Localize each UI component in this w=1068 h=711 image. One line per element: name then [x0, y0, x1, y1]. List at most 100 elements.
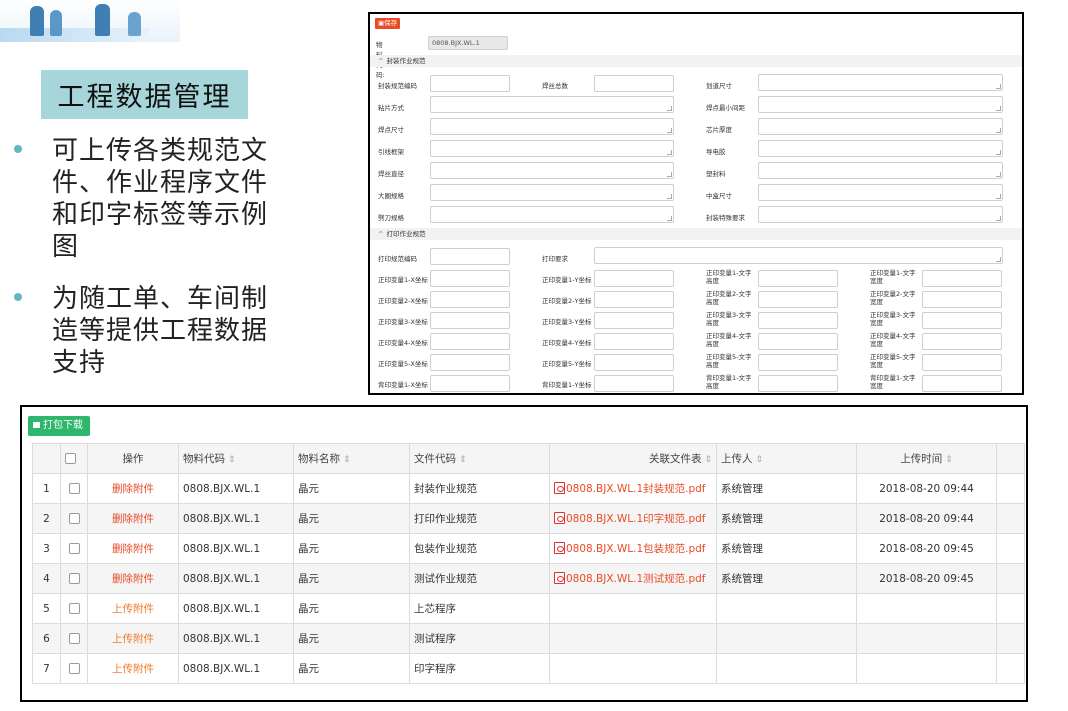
field-input[interactable] — [758, 354, 838, 371]
header-select-all[interactable] — [60, 443, 88, 474]
sort-icon[interactable]: ⇕ — [945, 455, 953, 465]
row-related-file[interactable]: 0808.BJX.WL.1测试规范.pdf — [549, 563, 717, 594]
field-textarea[interactable] — [758, 118, 1003, 135]
field-input[interactable] — [430, 270, 510, 287]
field-input[interactable] — [430, 333, 510, 350]
sort-icon[interactable]: ⇕ — [756, 455, 764, 465]
field-input[interactable] — [922, 333, 1002, 350]
field-input[interactable] — [594, 312, 674, 329]
row-action[interactable]: 上传附件 — [87, 653, 179, 684]
field-input[interactable] — [922, 375, 1002, 392]
field-textarea[interactable] — [758, 74, 1003, 91]
related-file-link[interactable]: 0808.BJX.WL.1封装规范.pdf — [566, 483, 706, 495]
delete-attachment-link[interactable]: 删除附件 — [112, 513, 154, 525]
checkbox[interactable] — [68, 663, 80, 674]
checkbox[interactable] — [68, 603, 80, 614]
field-input[interactable] — [922, 270, 1002, 287]
field-input[interactable] — [594, 333, 674, 350]
header-related-file[interactable]: 关联文件表 ⇕ — [549, 443, 717, 474]
field-textarea[interactable] — [430, 96, 674, 113]
row-related-file[interactable] — [549, 623, 717, 654]
row-related-file[interactable]: 0808.BJX.WL.1印字规范.pdf — [549, 503, 717, 534]
row-action[interactable]: 上传附件 — [87, 623, 179, 654]
row-checkbox-cell[interactable] — [60, 623, 88, 654]
delete-attachment-link[interactable]: 删除附件 — [112, 483, 154, 495]
field-input[interactable] — [758, 312, 838, 329]
row-checkbox-cell[interactable] — [60, 503, 88, 534]
sort-icon[interactable]: ⇕ — [704, 455, 712, 465]
field-input[interactable] — [430, 354, 510, 371]
field-textarea[interactable] — [430, 140, 674, 157]
checkbox[interactable] — [68, 513, 80, 524]
checkbox[interactable] — [65, 453, 76, 464]
header-file-code[interactable]: 文件代码 ⇕ — [409, 443, 550, 474]
field-input[interactable] — [922, 291, 1002, 308]
checkbox[interactable] — [68, 483, 80, 494]
header-uploader[interactable]: 上传人 ⇕ — [716, 443, 857, 474]
row-action[interactable]: 删除附件 — [87, 533, 179, 564]
field-input[interactable] — [594, 75, 674, 92]
field-input[interactable] — [430, 291, 510, 308]
section-header-packaging[interactable]: ^ 封装作业规范 — [370, 55, 1022, 67]
row-checkbox-cell[interactable] — [60, 593, 88, 624]
header-material-code[interactable]: 物料代码 ⇕ — [178, 443, 294, 474]
delete-attachment-link[interactable]: 删除附件 — [112, 573, 154, 585]
field-textarea[interactable] — [430, 206, 674, 223]
upload-attachment-link[interactable]: 上传附件 — [112, 603, 154, 615]
row-related-file[interactable] — [549, 653, 717, 684]
field-input[interactable] — [758, 291, 838, 308]
row-checkbox-cell[interactable] — [60, 473, 88, 504]
field-input[interactable] — [594, 375, 674, 392]
sort-icon[interactable]: ⇕ — [343, 455, 351, 465]
field-input[interactable] — [758, 270, 838, 287]
field-input[interactable] — [758, 333, 838, 350]
field-textarea[interactable] — [430, 118, 674, 135]
field-textarea[interactable] — [758, 206, 1003, 223]
row-related-file[interactable]: 0808.BJX.WL.1包装规范.pdf — [549, 533, 717, 564]
field-textarea[interactable] — [758, 184, 1003, 201]
field-input[interactable] — [758, 375, 838, 392]
field-textarea[interactable] — [594, 247, 1003, 264]
row-checkbox-cell[interactable] — [60, 533, 88, 564]
field-input[interactable] — [430, 248, 510, 265]
save-button[interactable]: ▣保存 — [375, 18, 401, 29]
field-input[interactable] — [594, 354, 674, 371]
sort-icon[interactable]: ⇕ — [459, 455, 467, 465]
upload-attachment-link[interactable]: 上传附件 — [112, 663, 154, 675]
related-file-link[interactable]: 0808.BJX.WL.1包装规范.pdf — [566, 543, 706, 555]
checkbox[interactable] — [68, 633, 80, 644]
row-action[interactable]: 删除附件 — [87, 503, 179, 534]
row-related-file[interactable] — [549, 593, 717, 624]
sort-icon[interactable]: ⇕ — [228, 455, 236, 465]
related-file-link[interactable]: 0808.BJX.WL.1测试规范.pdf — [566, 573, 706, 585]
field-input[interactable] — [594, 291, 674, 308]
related-file-link[interactable]: 0808.BJX.WL.1印字规范.pdf — [566, 513, 706, 525]
header-material-name[interactable]: 物料名称 ⇕ — [293, 443, 410, 474]
field-textarea[interactable] — [758, 140, 1003, 157]
field-textarea[interactable] — [430, 162, 674, 179]
upload-attachment-link[interactable]: 上传附件 — [112, 633, 154, 645]
header-upload-time[interactable]: 上传时间 ⇕ — [856, 443, 997, 474]
field-input[interactable] — [922, 312, 1002, 329]
section-header-printing[interactable]: ^ 打印作业规范 — [370, 228, 1022, 240]
row-action[interactable]: 上传附件 — [87, 593, 179, 624]
field-input[interactable] — [430, 75, 510, 92]
row-checkbox-cell[interactable] — [60, 563, 88, 594]
field-textarea[interactable] — [430, 184, 674, 201]
field-label: 正印变量4-X坐标 — [378, 339, 428, 347]
delete-attachment-link[interactable]: 删除附件 — [112, 543, 154, 555]
row-checkbox-cell[interactable] — [60, 653, 88, 684]
field-input[interactable] — [430, 312, 510, 329]
row-action[interactable]: 删除附件 — [87, 563, 179, 594]
checkbox[interactable] — [68, 573, 80, 584]
checkbox[interactable] — [68, 543, 80, 554]
field-input[interactable] — [922, 354, 1002, 371]
field-textarea[interactable] — [758, 96, 1003, 113]
field-textarea[interactable] — [758, 162, 1003, 179]
pack-download-button[interactable]: 打包下载 — [28, 416, 90, 436]
field-input[interactable] — [430, 375, 510, 392]
row-action[interactable]: 删除附件 — [87, 473, 179, 504]
field-input[interactable] — [594, 270, 674, 287]
row-related-file[interactable]: 0808.BJX.WL.1封装规范.pdf — [549, 473, 717, 504]
material-code-input[interactable]: 0808.BJX.WL.1 — [428, 36, 508, 50]
